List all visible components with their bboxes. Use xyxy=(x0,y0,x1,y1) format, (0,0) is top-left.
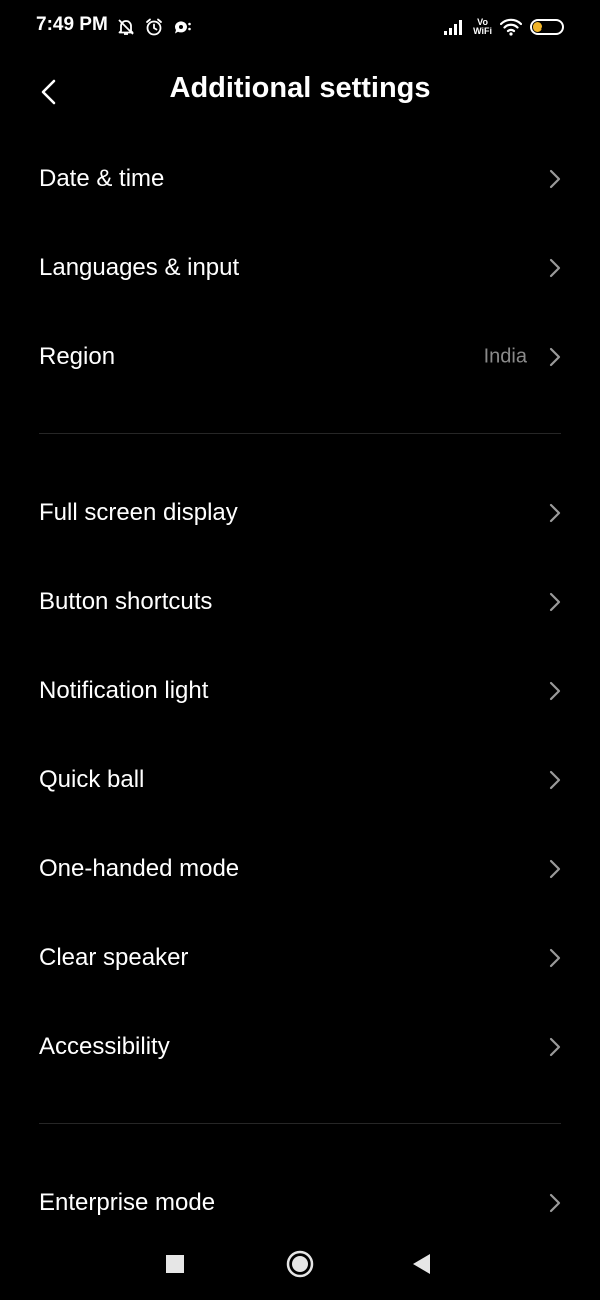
row-quick-ball[interactable]: Quick ball xyxy=(0,735,600,824)
chevron-right-icon xyxy=(549,347,561,366)
signal-icon xyxy=(443,19,465,35)
row-label: Button shortcuts xyxy=(39,587,213,615)
chevron-right-icon xyxy=(549,258,561,277)
row-date-time[interactable]: Date & time xyxy=(0,134,600,223)
row-label: Enterprise mode xyxy=(39,1188,216,1216)
status-time: 7:49 PM xyxy=(36,14,108,35)
row-label: Languages & input xyxy=(39,253,240,281)
row-label: Region xyxy=(39,342,116,370)
back-triangle-icon xyxy=(413,1254,430,1274)
row-label: One-handed mode xyxy=(39,854,240,882)
status-right-icons: Vo WiFi 37 xyxy=(443,15,564,39)
row-label: Notification light xyxy=(39,676,209,704)
battery-level: 37 xyxy=(540,21,554,33)
bell-muted-icon xyxy=(116,17,136,37)
row-full-screen-display[interactable]: Full screen display xyxy=(0,468,600,557)
chevron-right-icon xyxy=(549,948,561,967)
row-button-shortcuts[interactable]: Button shortcuts xyxy=(0,557,600,646)
row-clear-speaker[interactable]: Clear speaker xyxy=(0,913,600,1002)
section-divider xyxy=(39,1123,561,1124)
chevron-right-icon xyxy=(549,1193,561,1212)
row-label: Date & time xyxy=(39,164,165,192)
chat-notification-icon xyxy=(172,17,192,37)
status-bar: 7:49 PM Vo WiFi 37 xyxy=(0,0,600,56)
chevron-right-icon xyxy=(549,592,561,611)
row-one-handed-mode[interactable]: One-handed mode xyxy=(0,824,600,913)
status-left-icons xyxy=(116,15,192,39)
row-label: Clear speaker xyxy=(39,943,189,971)
page-title: Additional settings xyxy=(169,72,431,104)
recents-square-icon xyxy=(166,1255,184,1273)
row-notification-light[interactable]: Notification light xyxy=(0,646,600,735)
row-region[interactable]: Region India xyxy=(0,312,600,401)
row-languages-input[interactable]: Languages & input xyxy=(0,223,600,312)
chevron-right-icon xyxy=(549,1037,561,1056)
row-value: India xyxy=(483,345,527,367)
section-divider xyxy=(39,433,561,434)
chevron-right-icon xyxy=(549,770,561,789)
home-button[interactable] xyxy=(284,1248,316,1280)
battery-icon: 37 xyxy=(530,19,564,35)
chevron-right-icon xyxy=(549,169,561,188)
row-label: Quick ball xyxy=(39,765,145,793)
nav-back-button[interactable] xyxy=(406,1248,438,1280)
navigation-bar xyxy=(0,1236,600,1292)
recents-button[interactable] xyxy=(159,1248,191,1280)
chevron-right-icon xyxy=(549,503,561,522)
vowifi-bottom-text: WiFi xyxy=(473,26,492,36)
header: Additional settings xyxy=(0,60,600,122)
row-accessibility[interactable]: Accessibility xyxy=(0,1002,600,1091)
alarm-icon xyxy=(144,17,164,37)
row-label: Full screen display xyxy=(39,498,238,526)
chevron-right-icon xyxy=(549,681,561,700)
vowifi-icon: Vo WiFi xyxy=(473,18,492,36)
wifi-icon xyxy=(500,18,522,36)
chevron-right-icon xyxy=(549,859,561,878)
row-label: Accessibility xyxy=(39,1032,170,1060)
home-circle-icon xyxy=(286,1250,314,1278)
row-enterprise-mode[interactable]: Enterprise mode xyxy=(0,1158,600,1247)
